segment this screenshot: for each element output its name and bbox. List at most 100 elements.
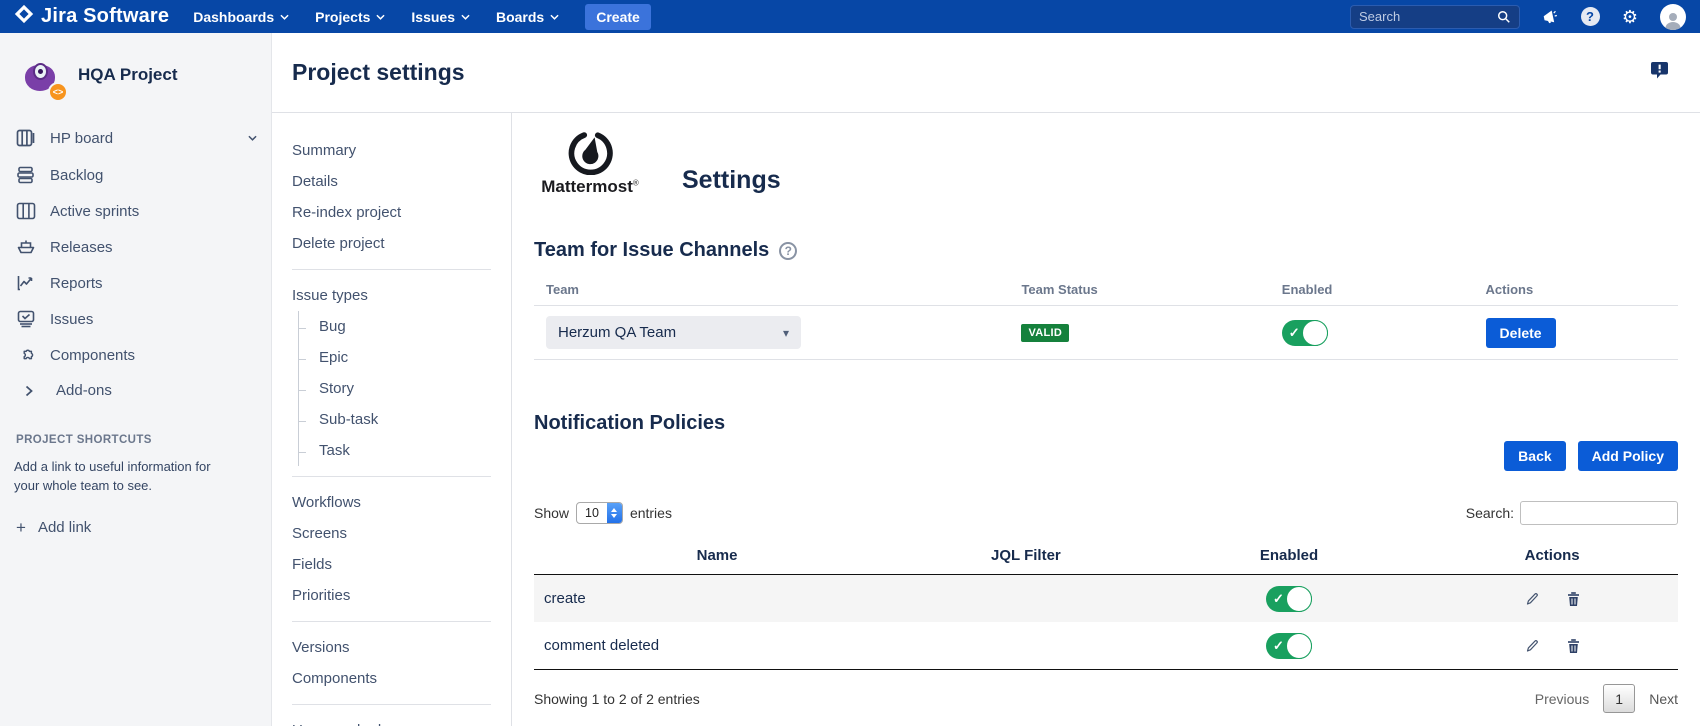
settings-nav-delete-project[interactable]: Delete project	[292, 228, 511, 259]
topbar-search[interactable]	[1350, 5, 1520, 29]
table-search-label: Search:	[1466, 505, 1514, 521]
settings-nav-fields[interactable]: Fields	[292, 549, 511, 580]
settings-nav-screens[interactable]: Screens	[292, 518, 511, 549]
sidebar-item-components[interactable]: Components	[14, 337, 257, 373]
col-team: Team	[546, 282, 1021, 297]
table-controls: Show 10 entries Search:	[534, 501, 1678, 525]
project-shortcuts-text: Add a link to useful information for you…	[14, 458, 229, 496]
entries-label: entries	[630, 505, 672, 521]
issue-types-tree: Bug Epic Story Sub-task Task	[298, 311, 511, 466]
software-project-badge-icon: <>	[48, 82, 68, 102]
page-size-select[interactable]: 10	[576, 502, 623, 524]
gear-icon[interactable]: ⚙	[1620, 7, 1640, 27]
page-number-button[interactable]: 1	[1603, 684, 1635, 713]
top-navbar: Jira Software Dashboards Projects Issues…	[0, 0, 1700, 33]
settings-nav-reindex[interactable]: Re-index project	[292, 197, 511, 228]
delete-policy-icon[interactable]	[1566, 591, 1581, 607]
policy-name: create	[534, 590, 900, 607]
settings-nav-summary[interactable]: Summary	[292, 135, 511, 166]
previous-page-button[interactable]: Previous	[1535, 691, 1589, 707]
divider	[292, 621, 491, 622]
settings-nav-priorities[interactable]: Priorities	[292, 580, 511, 611]
puzzle-icon	[16, 346, 36, 364]
settings-nav-task[interactable]: Task	[299, 435, 511, 466]
settings-nav-issue-types[interactable]: Issue types	[292, 280, 511, 311]
create-button[interactable]: Create	[585, 4, 651, 30]
sidebar-item-active-sprints[interactable]: Active sprints	[14, 193, 257, 229]
board-name: HP board	[50, 130, 234, 147]
plus-icon: +	[16, 518, 26, 538]
policy-name: comment deleted	[534, 637, 900, 654]
delete-policy-icon[interactable]	[1566, 638, 1581, 654]
settings-nav-workflows[interactable]: Workflows	[292, 487, 511, 518]
app-window: Jira Software Dashboards Projects Issues…	[0, 0, 1700, 726]
sidebar-item-backlog[interactable]: Backlog	[14, 157, 257, 193]
settings-nav-details[interactable]: Details	[292, 166, 511, 197]
settings-nav-users-and-roles[interactable]: Users and roles	[292, 715, 511, 726]
chevron-down-icon	[461, 14, 470, 20]
table-search-input[interactable]	[1520, 501, 1678, 525]
nav-issues[interactable]: Issues	[411, 9, 470, 25]
jira-logo-icon	[14, 4, 34, 29]
help-icon[interactable]: ?	[1580, 7, 1600, 27]
chevron-down-icon	[550, 14, 559, 20]
next-page-button[interactable]: Next	[1649, 691, 1678, 707]
settings-nav-components[interactable]: Components	[292, 663, 511, 694]
policy-enabled-toggle[interactable]: ✓	[1266, 633, 1312, 659]
sidebar-item-issues[interactable]: Issues	[14, 301, 257, 337]
check-icon: ✓	[1273, 591, 1284, 607]
chevron-down-icon	[248, 135, 257, 141]
active-sprints-icon	[16, 202, 36, 220]
sidebar-item-add-ons[interactable]: Add-ons	[14, 373, 257, 408]
project-settings-nav: Summary Details Re-index project Delete …	[272, 113, 512, 726]
col-enabled: Enabled	[1282, 282, 1486, 297]
nav-boards[interactable]: Boards	[496, 9, 559, 25]
megaphone-icon[interactable]	[1540, 7, 1560, 27]
nav-dashboards[interactable]: Dashboards	[193, 9, 289, 25]
delete-team-button[interactable]: Delete	[1486, 318, 1556, 348]
team-table-row: Herzum QA Team ▾ VALID ✓	[534, 306, 1678, 360]
settings-nav-story[interactable]: Story	[299, 373, 511, 404]
help-circle-icon[interactable]: ?	[779, 242, 797, 260]
settings-nav-sub-task[interactable]: Sub-task	[299, 404, 511, 435]
edit-policy-icon[interactable]	[1524, 638, 1540, 654]
chevron-down-icon	[280, 14, 289, 20]
table-footer: Showing 1 to 2 of 2 entries Previous 1 N…	[534, 684, 1678, 713]
ship-icon	[16, 238, 36, 256]
policies-section-heading: Notification Policies	[534, 412, 1678, 435]
pagination: Previous 1 Next	[1535, 684, 1678, 713]
page-title: Project settings	[292, 59, 465, 86]
top-navigation: Dashboards Projects Issues Boards	[193, 9, 559, 25]
feedback-icon[interactable]	[1650, 61, 1670, 85]
user-avatar[interactable]	[1660, 4, 1686, 30]
team-select[interactable]: Herzum QA Team ▾	[546, 316, 801, 349]
policy-row: create ✓	[534, 575, 1678, 622]
backlog-icon	[16, 166, 36, 184]
divider	[292, 269, 491, 270]
settings-nav-epic[interactable]: Epic	[299, 342, 511, 373]
jira-logo[interactable]: Jira Software	[14, 4, 169, 29]
issues-icon	[16, 310, 36, 328]
edit-policy-icon[interactable]	[1524, 591, 1540, 607]
search-input[interactable]	[1359, 9, 1497, 24]
board-selector[interactable]: HP board	[16, 129, 257, 147]
mattermost-wordmark: Mattermost®	[541, 177, 639, 197]
col-name: Name	[534, 547, 900, 564]
settings-nav-bug[interactable]: Bug	[299, 311, 511, 342]
chevron-right-icon	[19, 385, 39, 397]
nav-projects[interactable]: Projects	[315, 9, 385, 25]
policy-enabled-toggle[interactable]: ✓	[1266, 586, 1312, 612]
toggle-knob	[1286, 633, 1312, 659]
team-table: Team Team Status Enabled Actions Herzum …	[534, 276, 1678, 360]
add-link-button[interactable]: + Add link	[16, 518, 257, 538]
sidebar-item-releases[interactable]: Releases	[14, 229, 257, 265]
sidebar-item-reports[interactable]: Reports	[14, 265, 257, 301]
team-enabled-toggle[interactable]: ✓	[1282, 320, 1328, 346]
show-label: Show	[534, 505, 569, 521]
back-button[interactable]: Back	[1504, 441, 1565, 471]
policy-row: comment deleted ✓	[534, 622, 1678, 669]
settings-nav-versions[interactable]: Versions	[292, 632, 511, 663]
check-icon: ✓	[1273, 638, 1284, 654]
add-policy-button[interactable]: Add Policy	[1578, 441, 1678, 471]
caret-down-icon: ▾	[783, 326, 789, 340]
